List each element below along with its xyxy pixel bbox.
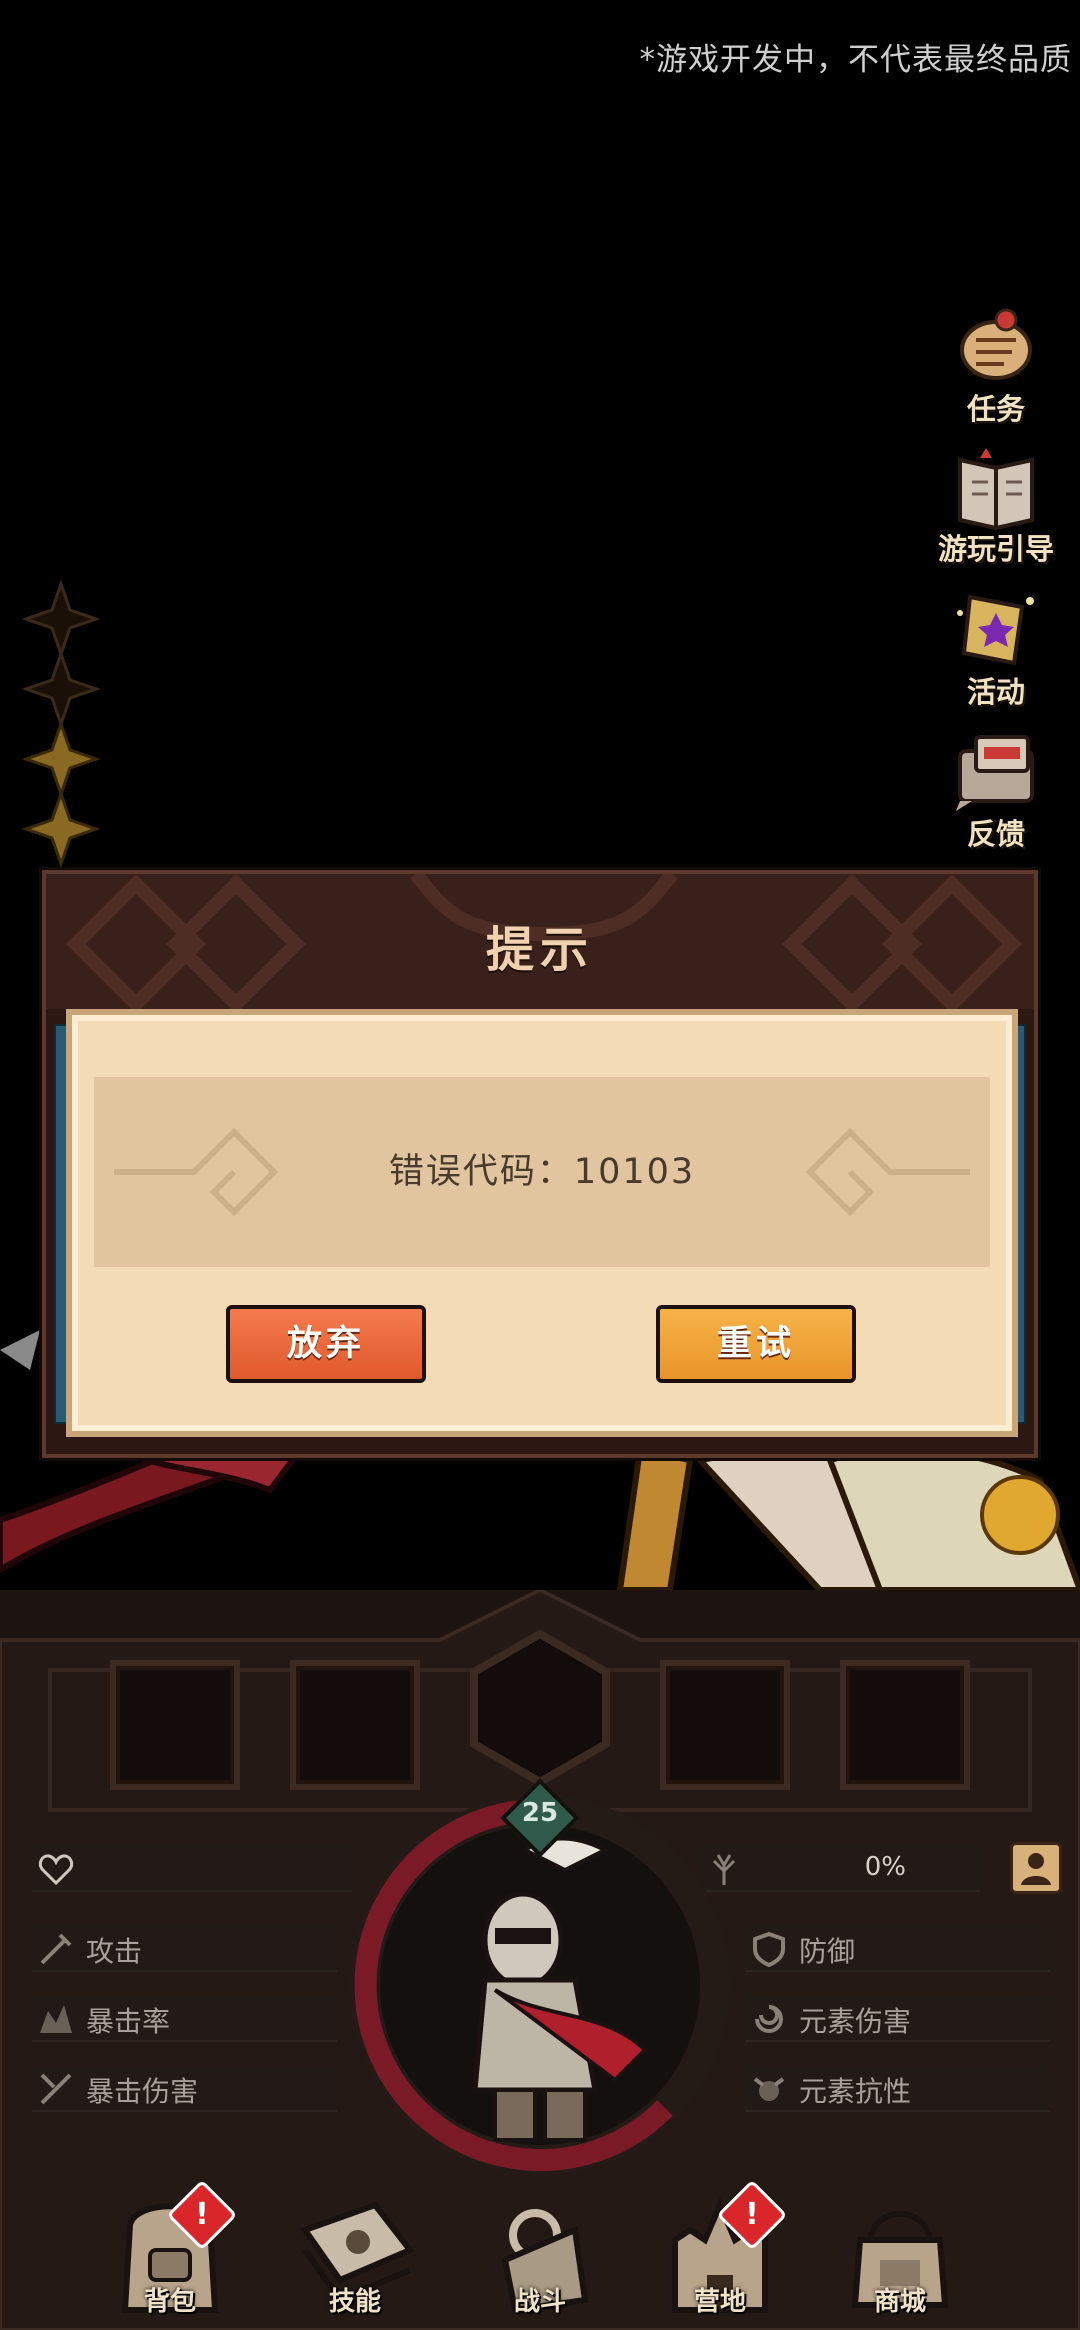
defense-label: 防御	[799, 1935, 856, 1968]
crit-damage-stat: 暴击伤害	[32, 2066, 337, 2112]
equipment-slot[interactable]	[290, 1660, 420, 1790]
star-empty-icon	[21, 579, 101, 659]
feedback-mail-icon	[950, 725, 1042, 817]
crit-rate-stat: 暴击率	[32, 1996, 337, 2042]
level-text: 25	[521, 1798, 559, 1828]
quest-scroll-icon	[950, 300, 1042, 392]
guide-label: 游玩引导	[937, 532, 1054, 566]
nav-backpack-label: 背包	[143, 2287, 196, 2317]
dialog-title: 提示	[485, 922, 594, 978]
star-lit-icon	[21, 789, 101, 869]
elemental-resistance-stat: 元素抗性	[745, 2066, 1050, 2112]
feedback-label: 反馈	[966, 817, 1025, 851]
error-message: 错误代码：10103	[388, 1152, 696, 1192]
nav-camp-label: 营地	[693, 2287, 746, 2317]
defense-stat: 防御	[745, 1926, 1050, 1972]
dialog-header: 提示	[46, 874, 1034, 1009]
center-hex-slot[interactable]	[466, 1628, 614, 1788]
elemental-damage-label: 元素伤害	[799, 2005, 912, 2038]
attack-icon	[40, 1933, 72, 1965]
elemental-resistance-label: 元素抗性	[799, 2075, 912, 2108]
error-message-box: 错误代码：10103	[94, 1077, 990, 1267]
crit-rate-label: 暴击率	[86, 2005, 171, 2038]
guide-button[interactable]: 游玩引导	[926, 440, 1066, 568]
nav-battle[interactable]: 战斗	[465, 2180, 615, 2330]
guide-book-icon	[950, 440, 1042, 532]
crit-damage-label: 暴击伤害	[86, 2075, 199, 2108]
nav-backpack[interactable]: ! 背包	[95, 2179, 245, 2330]
star-empty-icon	[21, 649, 101, 729]
retry-button[interactable]: 重试	[656, 1305, 856, 1383]
hp-bar	[32, 1846, 352, 1892]
nav-skills[interactable]: 技能	[280, 2180, 430, 2330]
star-rating	[21, 579, 102, 869]
quest-button[interactable]: 任务	[926, 300, 1066, 428]
feedback-button[interactable]: 反馈	[926, 725, 1066, 853]
equipment-slot[interactable]	[840, 1660, 970, 1790]
attack-label: 攻击	[86, 1935, 143, 1968]
nav-camp[interactable]: ! 营地	[645, 2179, 795, 2330]
abandon-button[interactable]: 放弃	[226, 1305, 426, 1383]
quest-label: 任务	[966, 392, 1025, 426]
event-label: 活动	[966, 675, 1025, 709]
profile-button[interactable]	[1010, 1842, 1062, 1894]
dev-notice: *游戏开发中，不代表最终品质	[639, 42, 1072, 78]
nav-skills-label: 技能	[328, 2287, 381, 2317]
swirl-icon	[755, 2005, 783, 2033]
event-scroll-icon	[950, 583, 1042, 675]
user-icon	[1021, 1853, 1051, 1885]
crit-damage-icon	[40, 2073, 72, 2105]
resource-bar: 0%	[700, 1846, 980, 1892]
error-dialog: 提示 错误代码：10103 放弃 重试	[42, 870, 1038, 1458]
equipment-slot[interactable]	[660, 1660, 790, 1790]
attack-stat: 攻击	[32, 1926, 337, 1972]
equipment-slot[interactable]	[110, 1660, 240, 1790]
event-button[interactable]: 活动	[926, 583, 1066, 711]
nav-shop-label: 商城	[873, 2287, 926, 2317]
shield-icon	[753, 1931, 785, 1967]
crit-rate-icon	[40, 2005, 72, 2033]
elemental-damage-stat: 元素伤害	[745, 1996, 1050, 2042]
nav-battle-label: 战斗	[513, 2287, 566, 2317]
nav-shop[interactable]: 商城	[825, 2180, 975, 2330]
resource-percent: 0%	[864, 1852, 906, 1882]
star-lit-icon	[21, 719, 101, 799]
heart-icon	[38, 1854, 74, 1886]
dialog-body: 错误代码：10103 放弃 重试	[66, 1009, 1018, 1437]
resistance-icon	[753, 2077, 785, 2101]
